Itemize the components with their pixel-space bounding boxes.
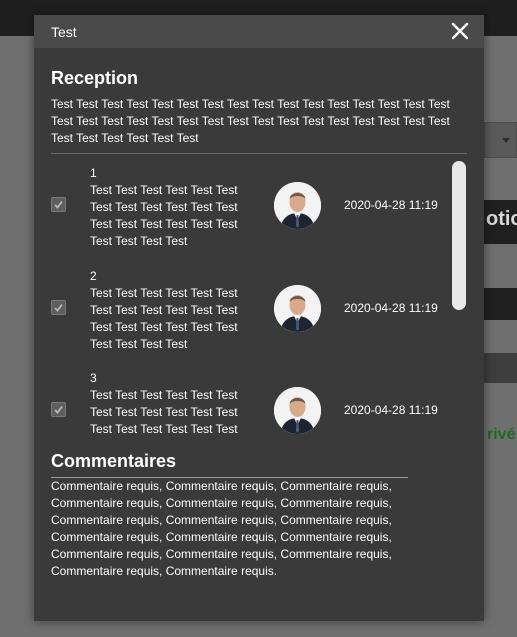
reception-title: Reception <box>51 68 139 88</box>
item-checkbox[interactable] <box>51 197 66 212</box>
item-text: Test Test Test Test Test Test Test Test … <box>90 286 238 351</box>
reception-text: Test Test Test Test Test Test Test Test … <box>51 97 450 145</box>
close-icon <box>451 22 469 40</box>
list-item: 1 Test Test Test Test Test Test Test Tes… <box>51 165 451 265</box>
background-heading: otio <box>486 208 517 230</box>
background-row-bar <box>484 288 517 320</box>
item-date: 2020-04-28 11:19 <box>344 198 438 212</box>
item-number: 1 <box>90 166 97 180</box>
item-checkbox[interactable] <box>51 300 66 315</box>
checkmark-icon <box>54 303 63 312</box>
avatar <box>274 387 321 434</box>
item-text: Test Test Test Test Test Test Test Test … <box>90 183 238 248</box>
background-select <box>484 122 517 158</box>
item-text: Test Test Test Test Test Test Test Test … <box>90 388 238 436</box>
comments-title: Commentaires <box>51 451 177 471</box>
avatar <box>274 285 321 332</box>
comments-text: Commentaire requis, Commentaire requis, … <box>51 479 392 578</box>
person-avatar-icon <box>274 285 321 332</box>
chevron-down-icon <box>502 138 510 143</box>
item-date: 2020-04-28 11:19 <box>344 301 438 315</box>
person-avatar-icon <box>274 182 321 229</box>
item-date: 2020-04-28 11:19 <box>344 403 438 417</box>
close-button[interactable] <box>450 20 470 42</box>
modal-header: Test <box>34 15 484 48</box>
modal-body: Reception Test Test Test Test Test Test … <box>34 48 484 580</box>
modal-dialog: Test Reception Test Test Test Test Test … <box>34 15 484 621</box>
avatar <box>274 182 321 229</box>
modal-title: Test <box>51 23 77 40</box>
person-avatar-icon <box>274 387 321 434</box>
background-row-bar <box>484 353 517 383</box>
checkmark-icon <box>54 200 63 209</box>
list-item: 2 Test Test Test Test Test Test Test Tes… <box>51 268 451 368</box>
checkmark-icon <box>54 405 63 414</box>
list-item: 3 Test Test Test Test Test Test Test Tes… <box>51 370 451 439</box>
item-checkbox[interactable] <box>51 402 66 417</box>
reception-list[interactable]: 1 Test Test Test Test Test Test Test Tes… <box>51 154 467 439</box>
item-number: 2 <box>90 269 97 283</box>
item-number: 3 <box>90 371 97 385</box>
scrollbar-thumb[interactable] <box>452 161 466 310</box>
background-status: rivé <box>487 426 516 443</box>
